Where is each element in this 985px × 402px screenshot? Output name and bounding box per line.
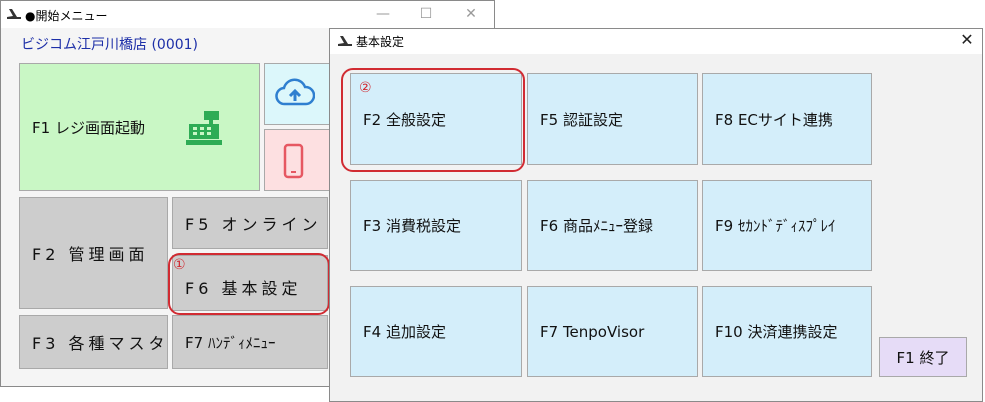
- f1-exit-label: F1 終了: [896, 348, 950, 367]
- f10-payment-settings-label: F10 決済連携設定: [715, 323, 838, 341]
- app-icon: [7, 9, 21, 19]
- f2-admin-button[interactable]: F2 管理画面: [19, 197, 168, 309]
- f7-tenpovisor-button[interactable]: F7 TenpoVisor: [527, 286, 698, 377]
- f1-register-button[interactable]: F1 レジ画面起動: [19, 63, 260, 191]
- f9-second-display-label: F9 ｾｶﾝﾄﾞﾃﾞｨｽﾌﾟﾚｲ: [715, 217, 836, 235]
- smartphone-icon: [283, 143, 304, 179]
- f5-online-button[interactable]: F5 オンライン: [172, 197, 328, 249]
- close-button[interactable]: ✕: [456, 4, 486, 24]
- f7-handy-menu-label: F7 ﾊﾝﾃﾞｨﾒﾆｭｰ: [185, 333, 276, 352]
- f7-tenpovisor-label: F7 TenpoVisor: [540, 322, 645, 341]
- f1-register-label: F1 レジ画面起動: [32, 118, 145, 137]
- maximize-button[interactable]: ☐: [411, 4, 441, 24]
- f3-tax-settings-label: F3 消費税設定: [363, 217, 461, 235]
- dialog-title: 基本設定: [356, 35, 405, 49]
- highlight-f6: [168, 253, 330, 315]
- f6-product-menu-label: F6 商品ﾒﾆｭｰ登録: [540, 217, 653, 235]
- f3-masters-label: F3 各種マスタ: [32, 334, 168, 353]
- f5-auth-settings-button[interactable]: F5 認証設定: [527, 73, 698, 165]
- f5-auth-settings-label: F5 認証設定: [540, 110, 623, 129]
- f3-tax-settings-button[interactable]: F3 消費税設定: [350, 180, 522, 271]
- close-icon[interactable]: ✕: [952, 30, 982, 50]
- dialog-app-icon: [338, 36, 352, 46]
- main-menu-titlebar: ●開始メニュー — ☐ ✕: [1, 1, 494, 28]
- main-menu-title: ●開始メニュー: [25, 9, 108, 23]
- minimize-button[interactable]: —: [368, 4, 398, 24]
- f9-second-display-button[interactable]: F9 ｾｶﾝﾄﾞﾃﾞｨｽﾌﾟﾚｲ: [702, 180, 872, 271]
- f3-masters-button[interactable]: F3 各種マスタ: [19, 315, 168, 369]
- basic-settings-dialog: 基本設定 ✕ F2 全般設定 F3 消費税設定 F4 追加設定 F5 認証設定 …: [329, 28, 983, 402]
- dialog-titlebar: 基本設定 ✕: [330, 29, 982, 54]
- f1-exit-button[interactable]: F1 終了: [879, 337, 967, 377]
- register-icon: [186, 111, 222, 145]
- f8-ec-site-button[interactable]: F8 ECサイト連携: [702, 73, 872, 165]
- f5-online-label: F5 オンライン: [185, 215, 322, 234]
- f10-payment-settings-button[interactable]: F10 決済連携設定: [702, 286, 872, 377]
- f2-admin-label: F2 管理画面: [32, 245, 149, 264]
- store-name: ビジコム江戸川橋店 (0001): [21, 37, 199, 53]
- f8-ec-site-label: F8 ECサイト連携: [715, 110, 833, 129]
- f6-product-menu-button[interactable]: F6 商品ﾒﾆｭｰ登録: [527, 180, 698, 271]
- f4-additional-settings-button[interactable]: F4 追加設定: [350, 286, 522, 377]
- cloud-upload-icon: [275, 78, 315, 106]
- f4-additional-settings-label: F4 追加設定: [363, 323, 446, 341]
- callout-2: ②: [359, 80, 372, 96]
- f7-handy-menu-button[interactable]: F7 ﾊﾝﾃﾞｨﾒﾆｭｰ: [172, 315, 328, 369]
- callout-1: ①: [173, 257, 186, 273]
